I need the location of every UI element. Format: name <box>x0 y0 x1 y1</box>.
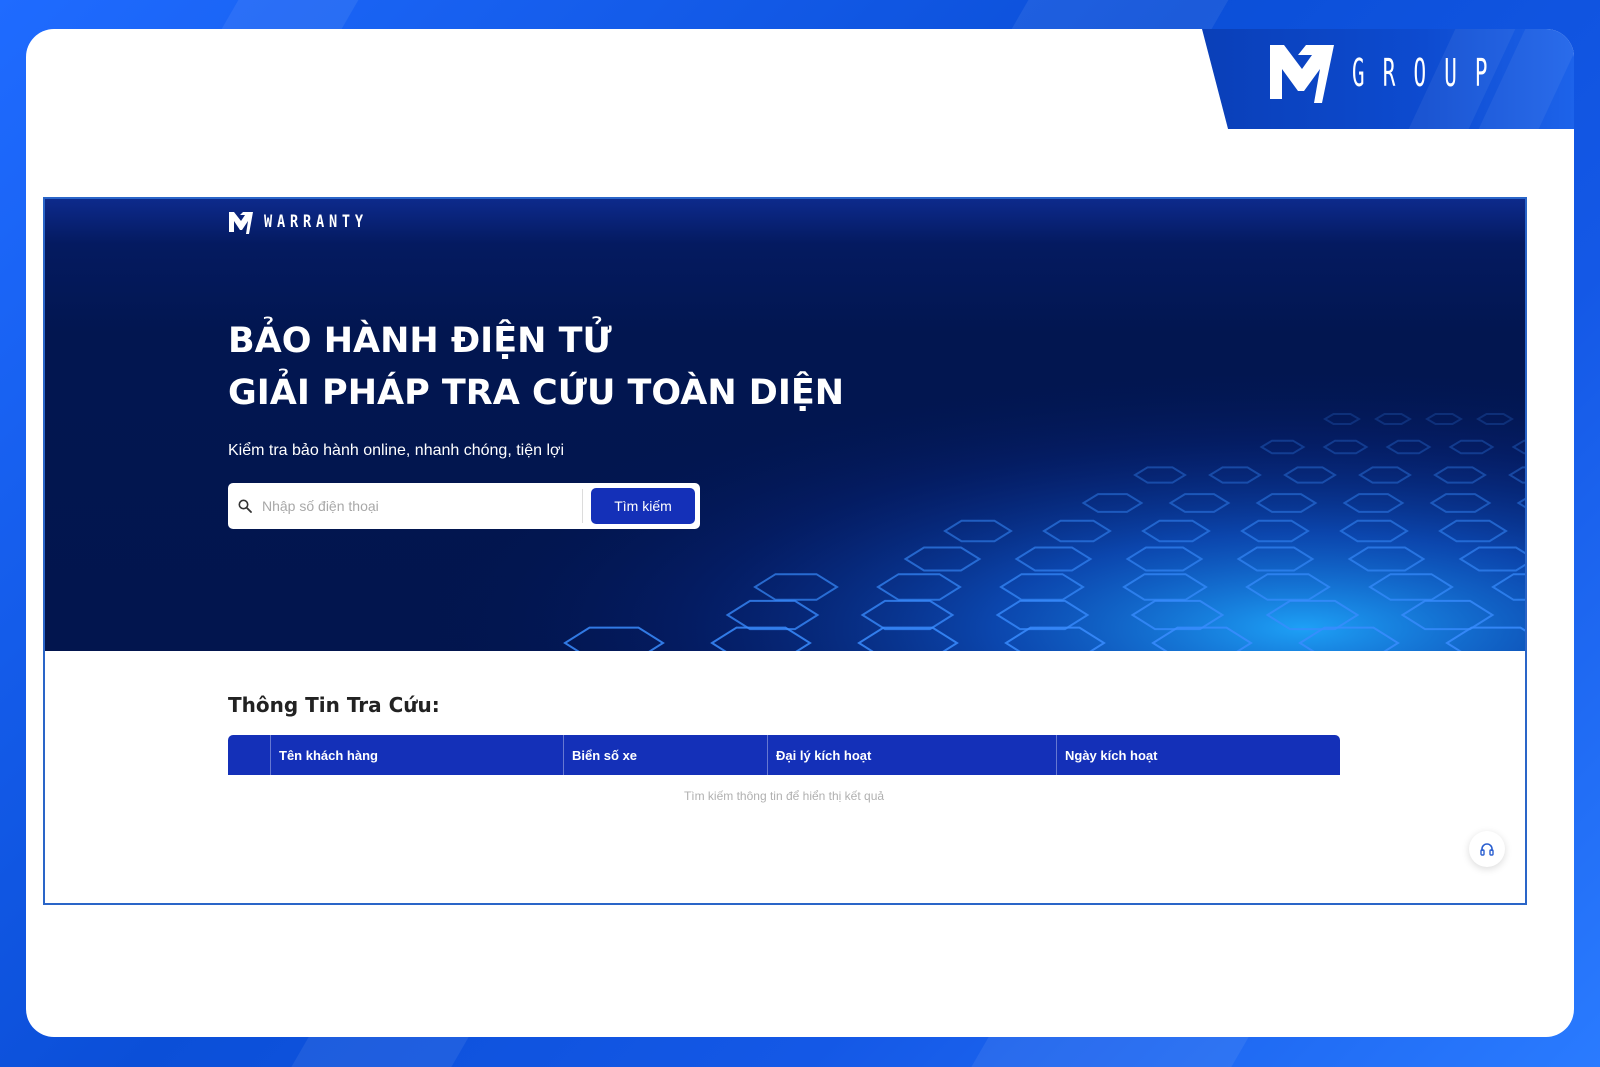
warranty-logo-text: WARRANTY <box>264 212 368 232</box>
column-header-activation-dealer[interactable]: Đại lý kích hoạt <box>767 735 1056 775</box>
background-decoration <box>971 1037 1249 1067</box>
hexagon-pattern-background <box>45 199 1525 651</box>
hero-title-line-2: GIẢI PHÁP TRA CỨU TOÀN DIỆN <box>228 373 845 413</box>
background-decoration <box>1011 0 1229 29</box>
phone-search-input[interactable] <box>262 488 582 524</box>
empty-results-message: Tìm kiếm thông tin để hiển thị kết quả <box>683 789 885 803</box>
screenshot-card: GROUP WARRANTY BẢO HÀNH ĐIỆN TỬ GIẢI PHÁ… <box>26 29 1574 1037</box>
search-bar: Tìm kiếm <box>228 483 700 529</box>
brand-name: GROUP <box>1352 51 1506 95</box>
headset-icon <box>1480 843 1494 856</box>
results-table-header: Tên khách hàng Biển số xe Đại lý kích ho… <box>228 735 1340 775</box>
warranty-logo[interactable]: WARRANTY <box>228 209 394 235</box>
hero-title-line-1: BẢO HÀNH ĐIỆN TỬ <box>228 321 612 361</box>
column-header-index[interactable] <box>228 735 270 775</box>
m-group-logo-icon <box>1270 45 1334 103</box>
hero-title: BẢO HÀNH ĐIỆN TỬ GIẢI PHÁP TRA CỨU TOÀN … <box>228 315 844 419</box>
column-header-license-plate[interactable]: Biển số xe <box>563 735 767 775</box>
support-chat-button[interactable] <box>1469 831 1505 867</box>
column-header-activation-date[interactable]: Ngày kích hoạt <box>1056 735 1340 775</box>
brand-banner: GROUP <box>1202 29 1574 129</box>
m-logo-icon <box>229 212 253 234</box>
search-icon <box>228 483 262 529</box>
column-header-customer-name[interactable]: Tên khách hàng <box>270 735 563 775</box>
hero-subtitle: Kiểm tra bảo hành online, nhanh chóng, t… <box>228 442 565 459</box>
hero-banner: WARRANTY BẢO HÀNH ĐIỆN TỬ GIẢI PHÁP TRA … <box>45 199 1525 651</box>
results-title: Thông Tin Tra Cứu: <box>228 693 440 717</box>
search-button[interactable]: Tìm kiếm <box>591 488 695 524</box>
search-divider <box>582 489 583 523</box>
app-window: WARRANTY BẢO HÀNH ĐIỆN TỬ GIẢI PHÁP TRA … <box>43 197 1527 905</box>
background-decoration <box>221 0 359 29</box>
background-decoration <box>291 1037 469 1067</box>
